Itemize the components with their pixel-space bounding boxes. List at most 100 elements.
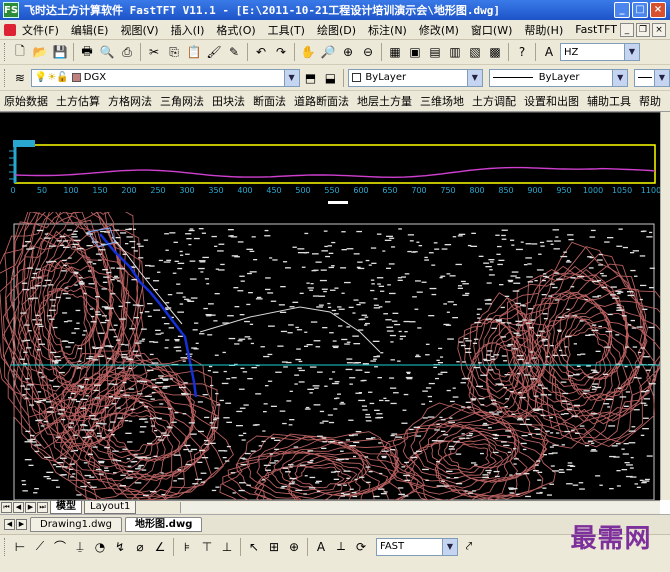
chevron-down-icon[interactable]: ▼ bbox=[466, 69, 482, 86]
open-file-icon[interactable]: 📂 bbox=[31, 43, 49, 61]
fast-menu-settings-output[interactable]: 设置和出图 bbox=[520, 93, 583, 109]
next-doc-icon[interactable]: ▶ bbox=[16, 519, 27, 530]
quick-leader-icon[interactable]: ↖ bbox=[245, 538, 263, 556]
tab-layout1[interactable]: Layout1 bbox=[84, 501, 137, 514]
cut-icon[interactable]: ✂ bbox=[145, 43, 163, 61]
calculator-icon[interactable]: ▩ bbox=[486, 43, 504, 61]
next-tab-icon[interactable]: ▶ bbox=[25, 502, 36, 513]
last-tab-icon[interactable]: ⏭ bbox=[37, 502, 48, 513]
block-editor-icon[interactable]: ✎ bbox=[225, 43, 243, 61]
ordinate-dimension-icon[interactable]: ⍊ bbox=[71, 538, 89, 556]
fast-menu-road-section[interactable]: 道路断面法 bbox=[290, 93, 353, 109]
make-current-layer-icon[interactable]: ⬒ bbox=[302, 69, 320, 87]
markup-icon[interactable]: ▧ bbox=[466, 43, 484, 61]
layer-dropdown[interactable]: 💡 ☀ 🔓 DGX ▼ bbox=[30, 68, 300, 87]
doc-tab-terrain[interactable]: 地形图.dwg bbox=[125, 517, 203, 532]
lineweight-dropdown[interactable]: ▼ bbox=[634, 68, 670, 87]
arc-length-icon[interactable]: ⌒ bbox=[51, 538, 69, 556]
match-properties-icon[interactable]: 🖌 bbox=[205, 43, 223, 61]
fast-menu-help[interactable]: 帮助 bbox=[635, 93, 665, 109]
aligned-dimension-icon[interactable]: ⟋ bbox=[31, 538, 49, 556]
diameter-dimension-icon[interactable]: ⌀ bbox=[131, 538, 149, 556]
undo-icon[interactable]: ↶ bbox=[252, 43, 270, 61]
tab-model[interactable]: 模型 bbox=[50, 501, 82, 514]
app-icon[interactable]: FS bbox=[3, 2, 19, 18]
paste-icon[interactable]: 📋 bbox=[185, 43, 203, 61]
dimension-update-icon[interactable]: ⟳ bbox=[352, 538, 370, 556]
dimension-text-edit-icon[interactable]: ⟂ bbox=[332, 538, 350, 556]
toolbar-grip[interactable] bbox=[4, 68, 7, 87]
menu-modify[interactable]: 修改(M) bbox=[413, 22, 465, 38]
sheet-set-icon[interactable]: ▥ bbox=[446, 43, 464, 61]
fast-menu-tin-method[interactable]: 三角网法 bbox=[156, 93, 208, 109]
zoom-previous-icon[interactable]: ⊖ bbox=[359, 43, 377, 61]
linetype-dropdown[interactable]: ByLayer ▼ bbox=[488, 68, 629, 87]
center-mark-icon[interactable]: ⊕ bbox=[285, 538, 303, 556]
minimize-button[interactable]: _ bbox=[614, 2, 630, 18]
print-preview-icon[interactable]: 🔍 bbox=[98, 43, 116, 61]
layer-manager-icon[interactable]: ≋ bbox=[11, 69, 29, 87]
menu-draw[interactable]: 绘图(D) bbox=[311, 22, 362, 38]
chevron-down-icon[interactable]: ▼ bbox=[442, 538, 457, 555]
new-file-icon[interactable]: 🗋 bbox=[11, 43, 29, 61]
fast-menu-grid-method[interactable]: 方格网法 bbox=[104, 93, 156, 109]
menu-dimension[interactable]: 标注(N) bbox=[362, 22, 413, 38]
fast-menu-3d-site[interactable]: 三维场地 bbox=[416, 93, 468, 109]
fast-menu-earthwork-estimate[interactable]: 土方估算 bbox=[52, 93, 104, 109]
menu-file[interactable]: 文件(F) bbox=[16, 22, 65, 38]
jogged-dimension-icon[interactable]: ↯ bbox=[111, 538, 129, 556]
menu-format[interactable]: 格式(O) bbox=[210, 22, 261, 38]
chevron-down-icon[interactable]: ▼ bbox=[624, 44, 639, 60]
menu-view[interactable]: 视图(V) bbox=[114, 22, 164, 38]
properties-icon[interactable]: ▦ bbox=[386, 43, 404, 61]
design-center-icon[interactable]: ▣ bbox=[406, 43, 424, 61]
chevron-down-icon[interactable]: ▼ bbox=[612, 69, 628, 86]
menu-edit[interactable]: 编辑(E) bbox=[65, 22, 115, 38]
profile-viewport[interactable]: 0 50 100 150 200 250 300 350 400 450 500 550 600 650 7… bbox=[0, 112, 661, 198]
radius-dimension-icon[interactable]: ◔ bbox=[91, 538, 109, 556]
fast-menu-section-method[interactable]: 断面法 bbox=[249, 93, 290, 109]
print-icon[interactable]: 🖶 bbox=[78, 43, 96, 61]
save-icon[interactable]: 💾 bbox=[51, 43, 69, 61]
zoom-realtime-icon[interactable]: 🔎 bbox=[319, 43, 337, 61]
dimension-style-dropdown[interactable]: FAST ▼ bbox=[376, 537, 458, 556]
menu-fasttft[interactable]: FastTFT bbox=[569, 23, 623, 36]
help-icon[interactable]: ? bbox=[513, 43, 531, 61]
fast-menu-earth-allocation[interactable]: 土方调配 bbox=[468, 93, 520, 109]
fast-menu-aux-tools[interactable]: 辅助工具 bbox=[583, 93, 635, 109]
zoom-window-icon[interactable]: ⊕ bbox=[339, 43, 357, 61]
vertical-scrollbar[interactable] bbox=[660, 112, 670, 500]
redo-icon[interactable]: ↷ bbox=[272, 43, 290, 61]
tool-palettes-icon[interactable]: ▤ bbox=[426, 43, 444, 61]
fast-menu-raw-data[interactable]: 原始数据 bbox=[0, 93, 52, 109]
fast-menu-field-method[interactable]: 田块法 bbox=[208, 93, 249, 109]
toolbar-grip[interactable] bbox=[4, 537, 7, 556]
maximize-button[interactable]: □ bbox=[632, 2, 648, 18]
angular-dimension-icon[interactable]: ∠ bbox=[151, 538, 169, 556]
pan-icon[interactable]: ✋ bbox=[299, 43, 317, 61]
text-style-dropdown[interactable]: HZ ▼ bbox=[560, 43, 640, 61]
drawing-canvas[interactable] bbox=[0, 171, 668, 525]
doc-close-button[interactable]: × bbox=[652, 23, 666, 37]
text-style-icon[interactable]: A bbox=[540, 43, 558, 61]
linear-dimension-icon[interactable]: ⊢ bbox=[11, 538, 29, 556]
publish-icon[interactable]: ⎙ bbox=[118, 43, 136, 61]
continue-dimension-icon[interactable]: ⊥ bbox=[218, 538, 236, 556]
doc-minimize-button[interactable]: _ bbox=[620, 23, 634, 37]
prev-doc-icon[interactable]: ◀ bbox=[4, 519, 15, 530]
menu-help[interactable]: 帮助(H) bbox=[518, 22, 569, 38]
chevron-down-icon[interactable]: ▼ bbox=[283, 69, 299, 86]
prev-tab-icon[interactable]: ◀ bbox=[13, 502, 24, 513]
baseline-dimension-icon[interactable]: ⊤ bbox=[198, 538, 216, 556]
chevron-down-icon[interactable]: ▼ bbox=[653, 69, 669, 86]
doc-restore-button[interactable]: ❐ bbox=[636, 23, 650, 37]
first-tab-icon[interactable]: ⏮ bbox=[1, 502, 12, 513]
copy-icon[interactable]: ⎘ bbox=[165, 43, 183, 61]
tolerance-icon[interactable]: ⊞ bbox=[265, 538, 283, 556]
menu-window[interactable]: 窗口(W) bbox=[465, 22, 518, 38]
dimension-style-icon[interactable]: ⤤ bbox=[460, 538, 478, 556]
layer-previous-icon[interactable]: ⬓ bbox=[322, 69, 340, 87]
menu-tools[interactable]: 工具(T) bbox=[262, 22, 311, 38]
color-dropdown[interactable]: ByLayer ▼ bbox=[348, 68, 483, 87]
toolbar-grip[interactable] bbox=[4, 43, 7, 61]
